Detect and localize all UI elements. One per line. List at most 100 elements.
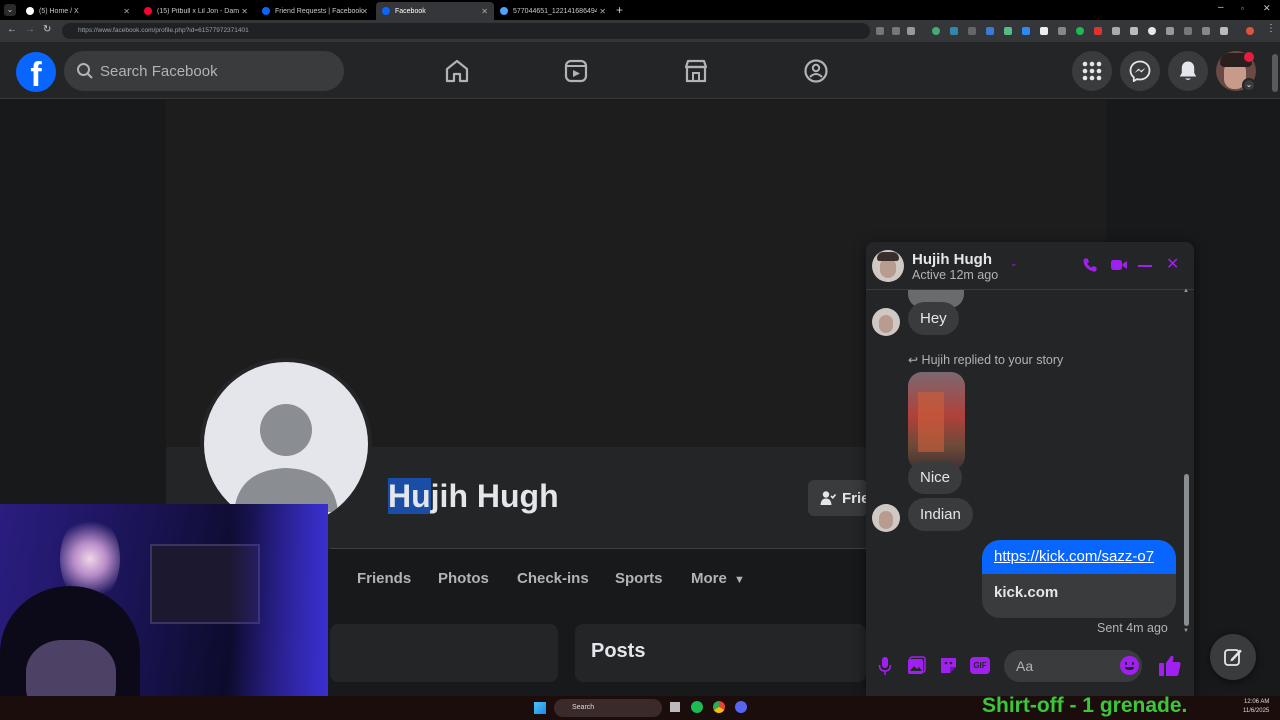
- menu-grid-button[interactable]: [1072, 51, 1112, 91]
- extension-icon[interactable]: [1058, 27, 1066, 35]
- sender-avatar[interactable]: [872, 308, 900, 336]
- extension-icon[interactable]: [1202, 27, 1210, 35]
- like-thumb-icon[interactable]: [1158, 654, 1182, 677]
- divider: [330, 548, 866, 549]
- groups-icon[interactable]: [803, 58, 829, 84]
- phone-icon[interactable]: [1082, 257, 1098, 273]
- friends-button[interactable]: Frie: [808, 480, 868, 516]
- image-file-icon: [500, 7, 508, 15]
- emoji-icon[interactable]: [1120, 656, 1139, 675]
- extension-icon[interactable]: [986, 27, 994, 35]
- extension-icon[interactable]: [1184, 27, 1192, 35]
- extension-icon[interactable]: [1040, 27, 1048, 35]
- extension-icon[interactable]: [932, 27, 940, 35]
- extensions-puzzle-icon[interactable]: [1220, 27, 1228, 35]
- message-indian[interactable]: Indian: [908, 498, 973, 531]
- chat-avatar[interactable]: [872, 250, 904, 282]
- tab-photos[interactable]: Photos: [438, 570, 489, 587]
- microphone-icon[interactable]: [878, 656, 892, 676]
- close-window-icon[interactable]: ✕: [1263, 3, 1271, 14]
- marketplace-icon[interactable]: [683, 58, 709, 84]
- video-call-icon[interactable]: [1110, 258, 1128, 272]
- chat-options-chevron-icon[interactable]: ⌄: [1010, 258, 1018, 269]
- sender-avatar[interactable]: [872, 504, 900, 532]
- story-thumbnail[interactable]: [908, 372, 965, 470]
- webcam-overlay: [0, 504, 328, 720]
- extension-icon[interactable]: [1094, 27, 1102, 35]
- extension-icon[interactable]: [968, 27, 976, 35]
- new-message-button[interactable]: [1210, 634, 1256, 680]
- message-nice[interactable]: Nice: [908, 461, 963, 494]
- tab-friends[interactable]: Friends: [357, 570, 411, 587]
- gif-icon[interactable]: GIF: [970, 657, 990, 674]
- star-icon[interactable]: [907, 27, 915, 35]
- extension-icon[interactable]: [1022, 27, 1030, 35]
- tab-facebook[interactable]: Facebook ✕: [376, 2, 494, 20]
- facebook-icon: [382, 7, 390, 15]
- close-tab-icon[interactable]: ✕: [599, 7, 606, 16]
- scroll-up-icon[interactable]: ▲: [1183, 288, 1189, 294]
- browser-menu-icon[interactable]: ⋮: [1266, 23, 1276, 34]
- back-icon[interactable]: ←: [7, 24, 17, 35]
- extension-icon[interactable]: [1130, 27, 1138, 35]
- close-tab-icon[interactable]: ✕: [123, 7, 130, 16]
- video-icon[interactable]: [563, 58, 589, 84]
- extension-icon[interactable]: [1166, 27, 1174, 35]
- forward-icon[interactable]: →: [25, 24, 35, 35]
- minimize-window-icon[interactable]: –: [1218, 2, 1224, 13]
- maximize-window-icon[interactable]: ▫: [1241, 4, 1244, 13]
- extension-icon[interactable]: [1148, 27, 1156, 35]
- taskbar-date: 11/6/2025: [1243, 708, 1270, 714]
- chat-header[interactable]: Hujih Hugh Active 12m ago ⌄ ✕: [866, 242, 1194, 290]
- chrome-icon[interactable]: [713, 701, 725, 713]
- message-input[interactable]: Aa: [1004, 650, 1142, 682]
- search-input[interactable]: Search Facebook: [64, 51, 344, 91]
- close-tab-icon[interactable]: ✕: [241, 7, 248, 16]
- image-icon[interactable]: [907, 656, 926, 675]
- new-tab-button[interactable]: +: [616, 3, 623, 17]
- tab-more-label: More: [691, 570, 727, 587]
- facebook-logo[interactable]: f: [16, 52, 56, 92]
- tab-image[interactable]: 577044651_122141686494093411 ✕: [494, 2, 612, 20]
- zoom-icon[interactable]: [892, 27, 900, 35]
- close-tab-icon[interactable]: ✕: [481, 7, 488, 16]
- scroll-down-icon[interactable]: ▼: [1183, 628, 1189, 634]
- taskbar-search[interactable]: Search: [554, 699, 662, 717]
- discord-icon[interactable]: [735, 701, 747, 713]
- chat-name[interactable]: Hujih Hugh: [912, 251, 992, 268]
- extension-icon[interactable]: [1076, 27, 1084, 35]
- browser-tab-bar: ⌄ (5) Home / X ✕ (15) Pitbull x Lil Jon …: [0, 0, 1280, 20]
- profile-icon[interactable]: [1246, 27, 1254, 35]
- message-link[interactable]: https://kick.com/sazz-o7: [994, 548, 1154, 565]
- extension-icon[interactable]: [1004, 27, 1012, 35]
- messenger-button[interactable]: [1120, 51, 1160, 91]
- account-chevron-icon[interactable]: ⌄: [1242, 78, 1256, 92]
- reload-icon[interactable]: ↻: [43, 24, 51, 35]
- tab-friend-requests[interactable]: Friend Requests | Facebook ✕: [256, 2, 374, 20]
- home-icon[interactable]: [444, 58, 470, 84]
- tab-check-ins[interactable]: Check-ins: [517, 570, 589, 587]
- sticker-icon[interactable]: [939, 656, 958, 675]
- tab-x-home[interactable]: (5) Home / X ✕: [20, 2, 136, 20]
- close-chat-icon[interactable]: ✕: [1166, 254, 1179, 274]
- address-bar[interactable]: https://www.facebook.com/profile.php?id=…: [62, 23, 870, 39]
- spotify-icon[interactable]: [691, 701, 703, 713]
- sent-link-message[interactable]: https://kick.com/sazz-o7 kick.com: [982, 540, 1176, 618]
- page-scrollbar[interactable]: [1272, 54, 1278, 92]
- minimize-chat-icon[interactable]: [1138, 265, 1152, 267]
- extension-icon[interactable]: [950, 27, 958, 35]
- tab-sports[interactable]: Sports: [615, 570, 663, 587]
- chat-scrollbar[interactable]: ▲ ▼: [1183, 288, 1189, 634]
- windows-start-icon[interactable]: [534, 702, 546, 714]
- tab-youtube[interactable]: (15) Pitbull x Lil Jon - Damn I Lo ✕: [138, 2, 254, 20]
- task-view-icon[interactable]: [670, 702, 680, 712]
- extension-icon[interactable]: [1112, 27, 1120, 35]
- tab-more[interactable]: More ▼: [691, 570, 745, 587]
- close-tab-icon[interactable]: ✕: [361, 7, 368, 16]
- x-icon: [26, 7, 34, 15]
- extension-icon[interactable]: [876, 27, 884, 35]
- message-hey[interactable]: Hey: [908, 302, 959, 335]
- notifications-button[interactable]: [1168, 51, 1208, 91]
- scroll-thumb[interactable]: [1184, 474, 1189, 626]
- tab-menu-icon[interactable]: ⌄: [4, 4, 16, 16]
